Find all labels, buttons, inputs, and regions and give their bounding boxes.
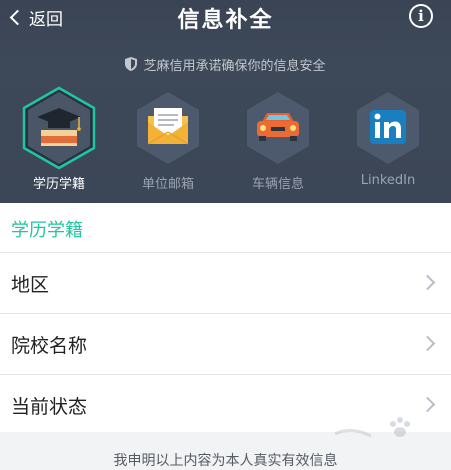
chevron-right-icon <box>419 335 436 352</box>
field-school-name[interactable]: 院校名称 <box>0 314 451 374</box>
field-region-label: 地区 <box>11 273 50 296</box>
info-icon[interactable]: i <box>409 4 433 28</box>
screen: 返回 信息补全 i 芝麻信用承诺确保你的信息安全 学历学籍 单位邮箱 车辆信息 … <box>0 0 451 470</box>
watermark-logo <box>334 417 410 438</box>
page-title: 信息补全 <box>177 8 274 33</box>
navbar: 返回 信息补全 i <box>0 0 451 40</box>
tab-work-email-label: 单位邮箱 <box>141 177 194 192</box>
security-note: 芝麻信用承诺确保你的信息安全 <box>0 54 451 74</box>
declaration-text: 我申明以上内容为本人真实有效信息 <box>113 453 338 469</box>
tab-vehicle-label: 车辆信息 <box>251 177 304 192</box>
tab-vehicle[interactable]: 车辆信息 <box>223 86 333 196</box>
security-note-text: 芝麻信用承诺确保你的信息安全 <box>143 58 326 74</box>
field-region[interactable]: 地区 <box>0 253 451 313</box>
shield-icon <box>125 57 138 71</box>
graduation-cap-icon <box>22 86 96 170</box>
tab-work-email[interactable]: 单位邮箱 <box>113 86 223 196</box>
field-school-name-label: 院校名称 <box>11 334 88 357</box>
section-title: 学历学籍 <box>11 220 83 241</box>
category-tabs: 学历学籍 单位邮箱 车辆信息 LinkedIn <box>0 86 451 196</box>
envelope-icon <box>137 92 199 164</box>
header: 返回 信息补全 i 芝麻信用承诺确保你的信息安全 学历学籍 单位邮箱 车辆信息 … <box>0 0 451 203</box>
tab-education-label: 学历学籍 <box>32 177 85 192</box>
field-current-status-label: 当前状态 <box>11 395 88 418</box>
chevron-right-icon <box>419 396 436 413</box>
tab-linkedin[interactable]: LinkedIn <box>333 86 443 196</box>
tab-linkedin-label: LinkedIn <box>360 173 416 188</box>
chevron-right-icon <box>419 274 436 291</box>
tab-education[interactable]: 学历学籍 <box>4 86 114 196</box>
linkedin-icon <box>357 92 419 164</box>
car-icon <box>247 92 309 164</box>
